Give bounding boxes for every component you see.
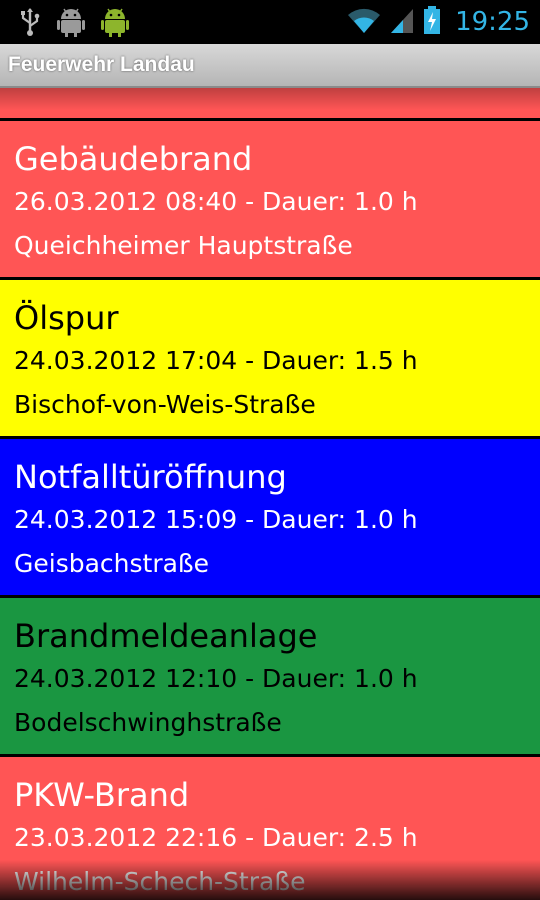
android-robot-icon xyxy=(100,6,130,42)
action-bar: Feuerwehr Landau xyxy=(0,44,540,88)
incident-list-content: Queichheimer Hauptstraße Gebäudebrand 26.0… xyxy=(0,88,540,900)
incident-list-item[interactable]: PKW-Brand 23.03.2012 22:16 - Dauer: 2.5 h… xyxy=(0,757,540,900)
incident-street: Geisbachstraße xyxy=(14,549,210,578)
incident-list-item[interactable]: Ölspur 24.03.2012 17:04 - Dauer: 1.5 h Bis… xyxy=(0,280,540,436)
usb-icon xyxy=(18,7,42,41)
battery-charging-icon xyxy=(423,5,441,39)
incident-list-item[interactable]: Queichheimer Hauptstraße xyxy=(0,88,540,118)
incident-list[interactable]: Queichheimer Hauptstraße Gebäudebrand 26.0… xyxy=(0,88,540,900)
incident-title: Notfalltüröffnung xyxy=(14,458,287,496)
system-icons: 19:25 xyxy=(347,5,530,39)
status-clock: 19:25 xyxy=(455,7,530,37)
incident-street: Wilhelm-Schech-Straße xyxy=(14,867,306,896)
incident-list-item[interactable]: Brandmeldeanlage 24.03.2012 12:10 - Dauer… xyxy=(0,598,540,754)
incident-street: Bodelschwinghstraße xyxy=(14,708,282,737)
wifi-icon xyxy=(347,6,381,38)
incident-list-item[interactable]: Gebäudebrand 26.03.2012 08:40 - Dauer: 1.… xyxy=(0,121,540,277)
incident-title: Gebäudebrand xyxy=(14,140,253,178)
android-debug-icon xyxy=(56,6,86,42)
incident-datetime-duration: 23.03.2012 22:16 - Dauer: 2.5 h xyxy=(14,823,418,852)
incident-street: Queichheimer Hauptstraße xyxy=(14,231,353,260)
incident-title: PKW-Brand xyxy=(14,776,190,814)
incident-datetime-duration: 24.03.2012 15:09 - Dauer: 1.0 h xyxy=(14,505,418,534)
incident-street: Bischof-von-Weis-Straße xyxy=(14,390,316,419)
incident-title: Ölspur xyxy=(14,299,119,337)
incident-datetime-duration: 26.03.2012 08:40 - Dauer: 1.0 h xyxy=(14,187,418,216)
incident-datetime-duration: 24.03.2012 17:04 - Dauer: 1.5 h xyxy=(14,346,418,375)
incident-list-item[interactable]: Notfalltüröffnung 24.03.2012 15:09 - Daue… xyxy=(0,439,540,595)
app-title: Feuerwehr Landau xyxy=(8,53,195,76)
incident-datetime-duration: 24.03.2012 12:10 - Dauer: 1.0 h xyxy=(14,664,418,693)
incident-title: Brandmeldeanlage xyxy=(14,617,318,655)
signal-icon xyxy=(389,6,415,38)
notification-icons xyxy=(18,6,130,42)
status-bar: 19:25 xyxy=(0,0,540,44)
